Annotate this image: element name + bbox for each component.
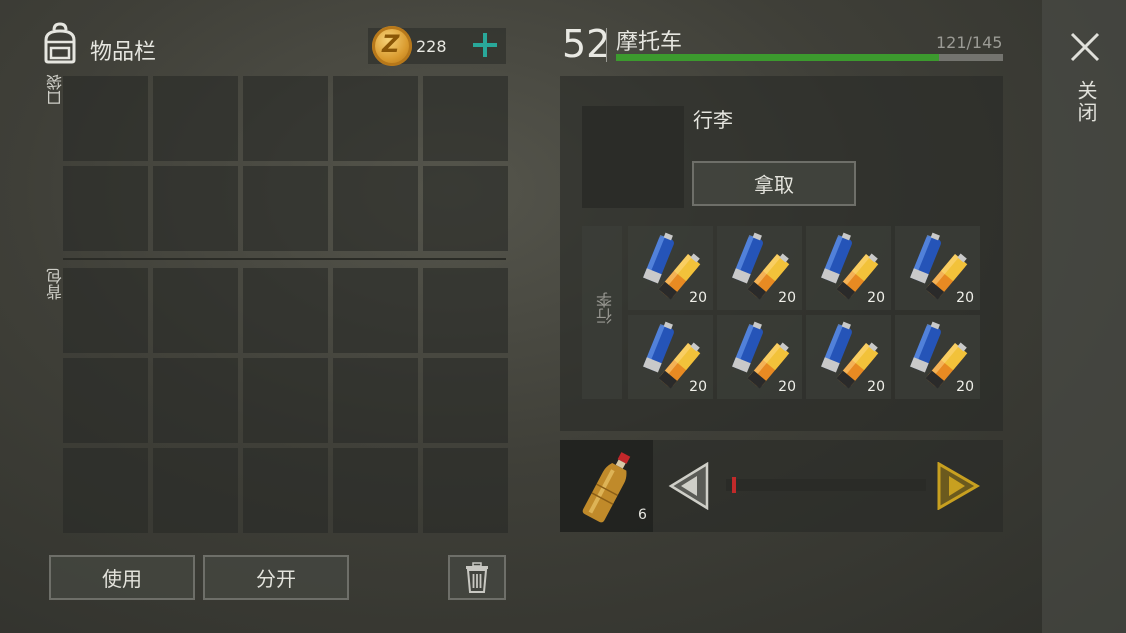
container-side-label: 行李	[596, 292, 615, 324]
backpack-slot[interactable]	[333, 448, 418, 533]
item-count: 20	[867, 379, 885, 395]
item-count: 20	[689, 379, 707, 395]
slider-handle[interactable]	[732, 477, 736, 493]
close-button[interactable]: 关闭	[1072, 80, 1101, 124]
container-name: 行李	[693, 108, 733, 132]
take-button[interactable]: 拿取	[692, 161, 856, 206]
inventory-title: 物品栏	[90, 40, 157, 65]
backpack-slot[interactable]	[63, 268, 148, 353]
backpack-slot[interactable]	[423, 358, 508, 443]
pocket-slot[interactable]	[63, 166, 148, 251]
arrow-left-icon	[668, 461, 709, 511]
item-count: 20	[867, 290, 885, 306]
container-item-slot[interactable]: 20	[895, 315, 980, 399]
backpack-slot[interactable]	[63, 448, 148, 533]
pocket-slot[interactable]	[243, 76, 328, 161]
pocket-slot[interactable]	[423, 166, 508, 251]
trash-icon	[466, 561, 488, 593]
backpack-slot[interactable]	[333, 268, 418, 353]
section-divider	[63, 258, 506, 260]
backpack-slot[interactable]	[153, 358, 238, 443]
container-item-slot[interactable]: 20	[628, 226, 713, 310]
backpack-slot[interactable]	[153, 268, 238, 353]
pocket-slot[interactable]	[423, 76, 508, 161]
vehicle-level: 52	[562, 22, 611, 66]
backpack-grid	[63, 268, 508, 533]
use-button[interactable]: 使用	[49, 555, 195, 600]
coin-glyph: Z	[382, 30, 400, 58]
decrease-arrow-button[interactable]	[667, 461, 711, 514]
pocket-slot[interactable]	[243, 166, 328, 251]
pocket-slot[interactable]	[333, 166, 418, 251]
backpack-slot[interactable]	[63, 358, 148, 443]
close-icon[interactable]	[1068, 30, 1102, 64]
item-count: 20	[689, 290, 707, 306]
vehicle-name: 摩托车	[616, 30, 683, 55]
split-button[interactable]: 分开	[203, 555, 349, 600]
durability-fill	[616, 54, 940, 61]
vehicle-capacity: 121/145	[936, 33, 1003, 52]
item-count: 20	[778, 379, 796, 395]
container-items-grid: 20 20 20 20 20 20 20 20	[628, 226, 980, 399]
container-item-slot[interactable]: 20	[895, 226, 980, 310]
selected-item-count: 6	[638, 507, 647, 523]
trash-button[interactable]	[448, 555, 506, 600]
backpack-slot[interactable]	[243, 448, 328, 533]
item-count: 20	[956, 290, 974, 306]
container-item-slot[interactable]: 20	[628, 315, 713, 399]
pocket-slot[interactable]	[333, 76, 418, 161]
backpack-slot[interactable]	[243, 268, 328, 353]
backpack-slot[interactable]	[423, 268, 508, 353]
container-item-slot[interactable]: 20	[717, 226, 802, 310]
backpack-slot[interactable]	[243, 358, 328, 443]
coin-amount: 228	[416, 37, 447, 56]
container-item-slot[interactable]: 20	[806, 315, 891, 399]
pocket-slot[interactable]	[153, 76, 238, 161]
backpack-slot[interactable]	[333, 358, 418, 443]
item-count: 20	[956, 379, 974, 395]
item-count: 20	[778, 290, 796, 306]
plus-icon[interactable]	[470, 30, 500, 60]
container-item-slot[interactable]: 20	[806, 226, 891, 310]
pocket-grid	[63, 76, 508, 251]
increase-arrow-button[interactable]	[935, 461, 981, 514]
header-separator	[606, 28, 607, 62]
backpack-slot[interactable]	[423, 448, 508, 533]
bottle-icon	[578, 448, 638, 530]
pocket-slot[interactable]	[153, 166, 238, 251]
arrow-right-icon	[937, 461, 980, 511]
backpack-slot[interactable]	[153, 448, 238, 533]
quantity-slider[interactable]	[726, 479, 926, 491]
pocket-slot[interactable]	[63, 76, 148, 161]
backpack-icon	[40, 22, 80, 64]
luggage-thumbnail	[582, 106, 684, 208]
vehicle-durability-bar	[616, 54, 1003, 61]
container-item-slot[interactable]: 20	[717, 315, 802, 399]
